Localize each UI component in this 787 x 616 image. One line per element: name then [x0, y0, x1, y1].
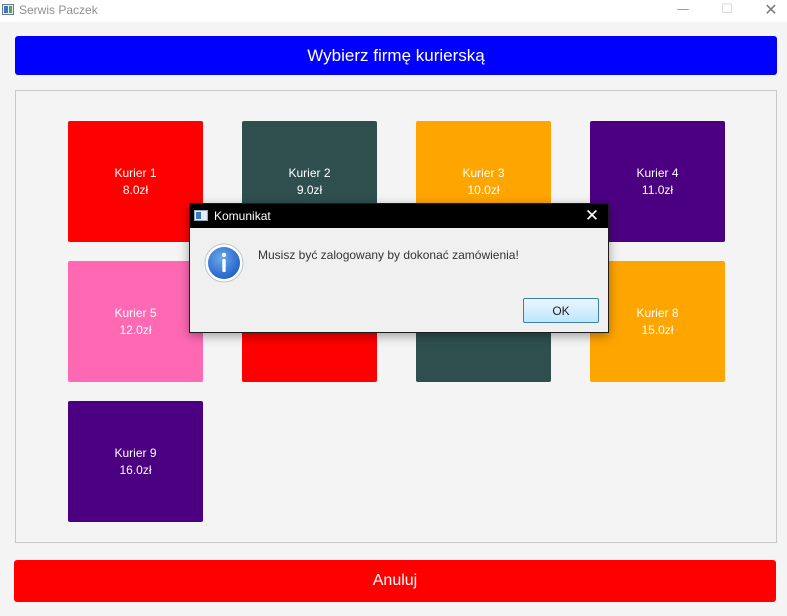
courier-tile-5[interactable]: Kurier 5 12.0zł: [68, 261, 203, 382]
message-dialog: Komunikat ✕ Musisz być zalogowany by dok…: [189, 203, 609, 333]
courier-tile-4[interactable]: Kurier 4 11.0zł: [590, 121, 725, 242]
courier-name: Kurier 1: [114, 165, 157, 180]
dialog-titlebar: Komunikat ✕: [190, 204, 608, 228]
cancel-button[interactable]: Anuluj: [14, 560, 776, 602]
courier-name: Kurier 4: [636, 165, 679, 180]
cancel-label: Anuluj: [372, 572, 418, 589]
courier-tile-8[interactable]: Kurier 8 15.0zł: [590, 261, 725, 382]
courier-tile-1[interactable]: Kurier 1 8.0zł: [68, 121, 203, 242]
window-title: Serwis Paczek: [19, 3, 98, 17]
maximize-button[interactable]: ☐: [704, 0, 750, 22]
info-icon: [204, 243, 244, 283]
courier-price: 16.0zł: [119, 462, 152, 477]
choose-courier-header[interactable]: Wybierz firmę kurierską: [15, 36, 777, 75]
courier-price: 15.0zł: [641, 322, 674, 337]
dialog-title: Komunikat: [214, 209, 271, 223]
courier-price: 9.0zł: [296, 182, 323, 197]
courier-price: 12.0zł: [119, 322, 152, 337]
courier-price: 10.0zł: [467, 182, 500, 197]
app-icon: [2, 4, 14, 15]
minimize-button[interactable]: —: [660, 0, 706, 22]
courier-name: Kurier 2: [288, 165, 331, 180]
courier-tile-9[interactable]: Kurier 9 16.0zł: [68, 401, 203, 522]
close-window-button[interactable]: ✕: [748, 0, 787, 22]
dialog-close-button[interactable]: ✕: [578, 205, 606, 227]
ok-label: OK: [552, 303, 570, 318]
window-titlebar: Serwis Paczek — ☐ ✕: [0, 0, 787, 22]
header-label: Wybierz firmę kurierską: [307, 45, 485, 65]
app-icon: [194, 210, 208, 221]
courier-name: Kurier 5: [114, 305, 157, 320]
courier-price: 11.0zł: [641, 182, 674, 197]
ok-button[interactable]: OK: [523, 298, 599, 323]
courier-name: Kurier 3: [462, 165, 505, 180]
courier-name: Kurier 8: [636, 305, 679, 320]
courier-name: Kurier 9: [114, 445, 157, 460]
courier-price: 8.0zł: [122, 182, 149, 197]
dialog-message: Musisz być zalogowany by dokonać zamówie…: [258, 248, 519, 262]
